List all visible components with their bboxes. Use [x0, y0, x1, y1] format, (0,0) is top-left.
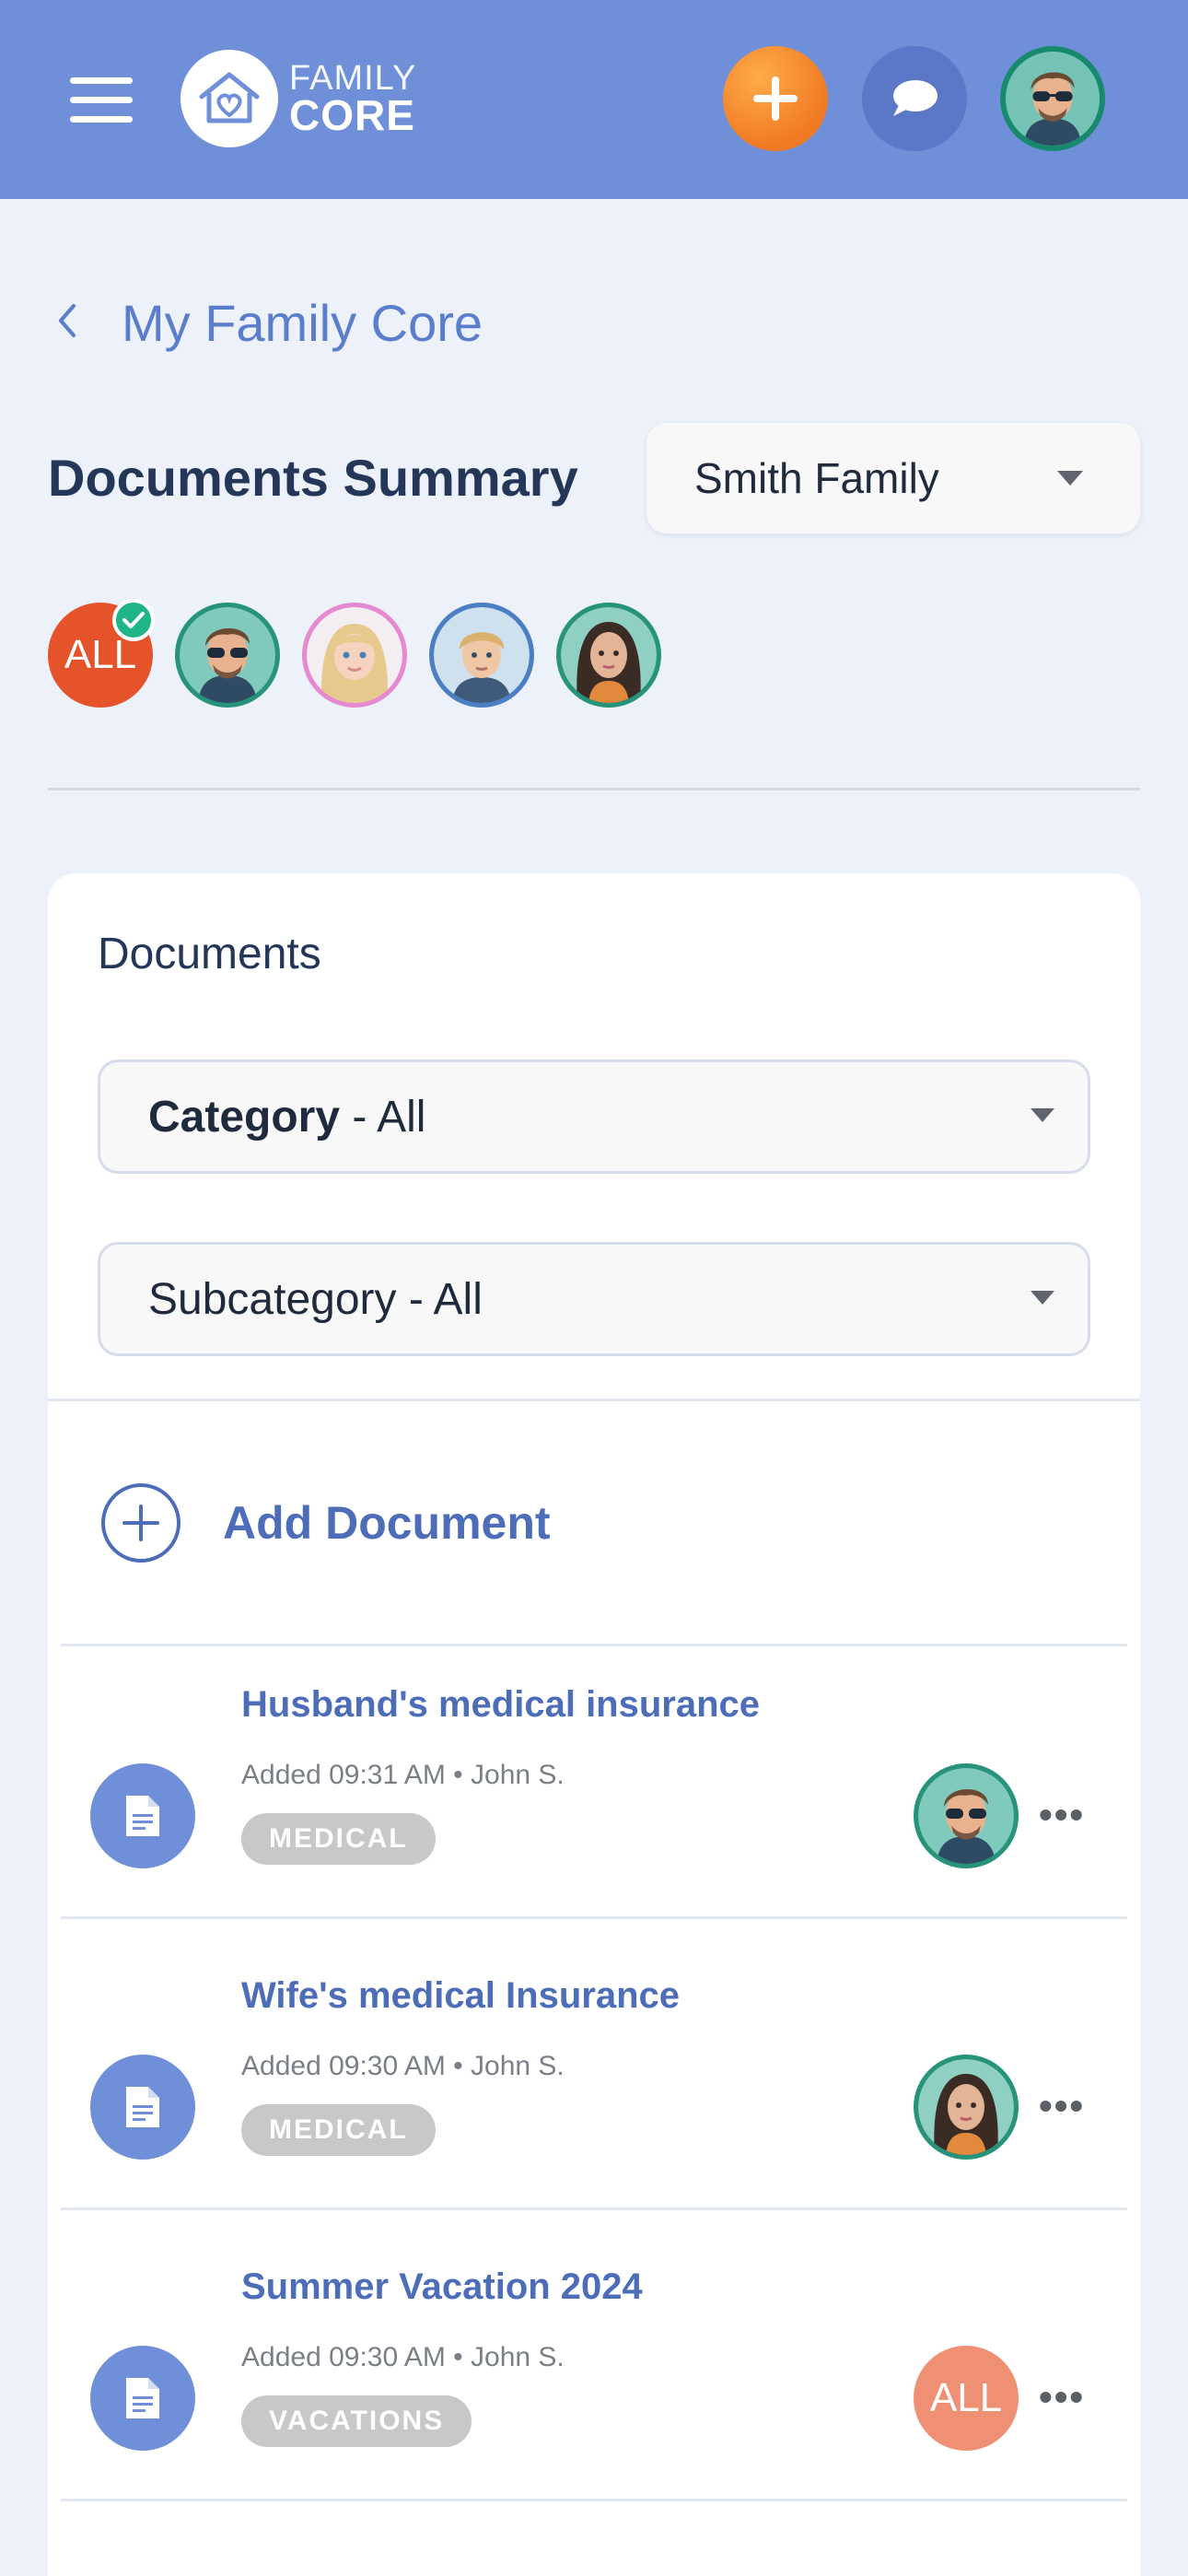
- filter-divider: [48, 1399, 1140, 1401]
- documents-card-title: Documents: [98, 930, 321, 978]
- category-tag: VACATIONS: [241, 2395, 472, 2447]
- avatar: [307, 607, 402, 703]
- document-meta: Added 09:31 AM • John S.: [241, 1760, 565, 1790]
- document-meta: Added 09:30 AM • John S.: [241, 2051, 565, 2081]
- more-options-icon[interactable]: •••: [1039, 2375, 1085, 2419]
- user-avatar-button[interactable]: [1000, 46, 1105, 151]
- category-select-value: - All: [340, 1092, 426, 1142]
- document-icon: [90, 1763, 195, 1868]
- avatar: [1006, 52, 1100, 146]
- avatar: [180, 607, 275, 703]
- logo-wordmark: FAMILY CORE: [289, 61, 416, 136]
- avatar: [561, 607, 657, 703]
- section-divider: [48, 788, 1140, 790]
- logo-line-1: FAMILY: [289, 59, 417, 98]
- document-title[interactable]: Husband's medical insurance: [241, 1684, 760, 1726]
- document-icon: [90, 2346, 195, 2451]
- avatar: [918, 1768, 1014, 1864]
- member-avatar-woman[interactable]: [556, 603, 661, 708]
- avatar: [918, 2059, 1014, 2155]
- more-options-icon[interactable]: •••: [1039, 1793, 1085, 1837]
- list-item[interactable]: Wife's medical Insurance Added 09:30 AM …: [61, 1937, 1127, 2228]
- subcategory-select[interactable]: Subcategory - All: [98, 1242, 1090, 1356]
- family-select[interactable]: Smith Family: [646, 423, 1140, 533]
- subcategory-select-value: Subcategory - All: [148, 1274, 483, 1324]
- member-all-chip[interactable]: ALL: [48, 599, 155, 708]
- hamburger-menu-icon[interactable]: [70, 77, 133, 123]
- caret-down-icon: [1031, 1108, 1054, 1122]
- document-title[interactable]: Summer Vacation 2024: [241, 2266, 643, 2308]
- page-title: Documents Summary: [48, 449, 578, 507]
- document-owner-avatar: [914, 2055, 1019, 2160]
- check-icon: [112, 599, 155, 641]
- family-core-logo-icon[interactable]: [181, 50, 278, 147]
- add-document-button[interactable]: Add Document: [101, 1481, 551, 1564]
- more-options-icon[interactable]: •••: [1039, 2084, 1085, 2128]
- document-icon: [90, 2055, 195, 2160]
- member-avatar-girl[interactable]: [302, 603, 407, 708]
- back-button[interactable]: [48, 293, 85, 348]
- list-item[interactable]: Husband's medical insurance Added 09:31 …: [61, 1645, 1127, 1937]
- list-divider: [61, 1916, 1127, 1919]
- add-button[interactable]: [723, 46, 828, 151]
- category-tag: MEDICAL: [241, 2104, 436, 2156]
- documents-card: Documents Category - All Subcategory - A…: [48, 873, 1140, 2576]
- member-avatar-man[interactable]: [175, 603, 280, 708]
- plus-icon: [753, 76, 798, 121]
- list-divider: [61, 2499, 1127, 2501]
- document-meta: Added 09:30 AM • John S.: [241, 2342, 565, 2372]
- chevron-left-icon: [59, 304, 76, 337]
- family-select-value: Smith Family: [694, 454, 939, 502]
- top-app-bar: FAMILY CORE: [0, 0, 1188, 199]
- plus-circle-icon: [101, 1483, 181, 1563]
- breadcrumb-link[interactable]: My Family Core: [122, 293, 483, 353]
- caret-down-icon: [1057, 471, 1083, 486]
- member-avatar-boy[interactable]: [429, 603, 534, 708]
- add-document-label: Add Document: [223, 1497, 551, 1549]
- category-select[interactable]: Category - All: [98, 1060, 1090, 1174]
- document-owner-avatar: [914, 1763, 1019, 1868]
- category-select-label: Category: [148, 1092, 341, 1142]
- chat-button[interactable]: [862, 46, 967, 151]
- logo-line-2: CORE: [289, 91, 415, 139]
- caret-down-icon: [1031, 1291, 1054, 1305]
- chat-bubble-icon: [893, 80, 938, 116]
- document-title[interactable]: Wife's medical Insurance: [241, 1975, 680, 2017]
- list-divider: [61, 2207, 1127, 2210]
- document-owner-all-badge: ALL: [914, 2346, 1019, 2451]
- list-item[interactable]: Summer Vacation 2024 Added 09:30 AM • Jo…: [61, 2228, 1127, 2519]
- category-tag: MEDICAL: [241, 1813, 436, 1865]
- avatar: [434, 607, 530, 703]
